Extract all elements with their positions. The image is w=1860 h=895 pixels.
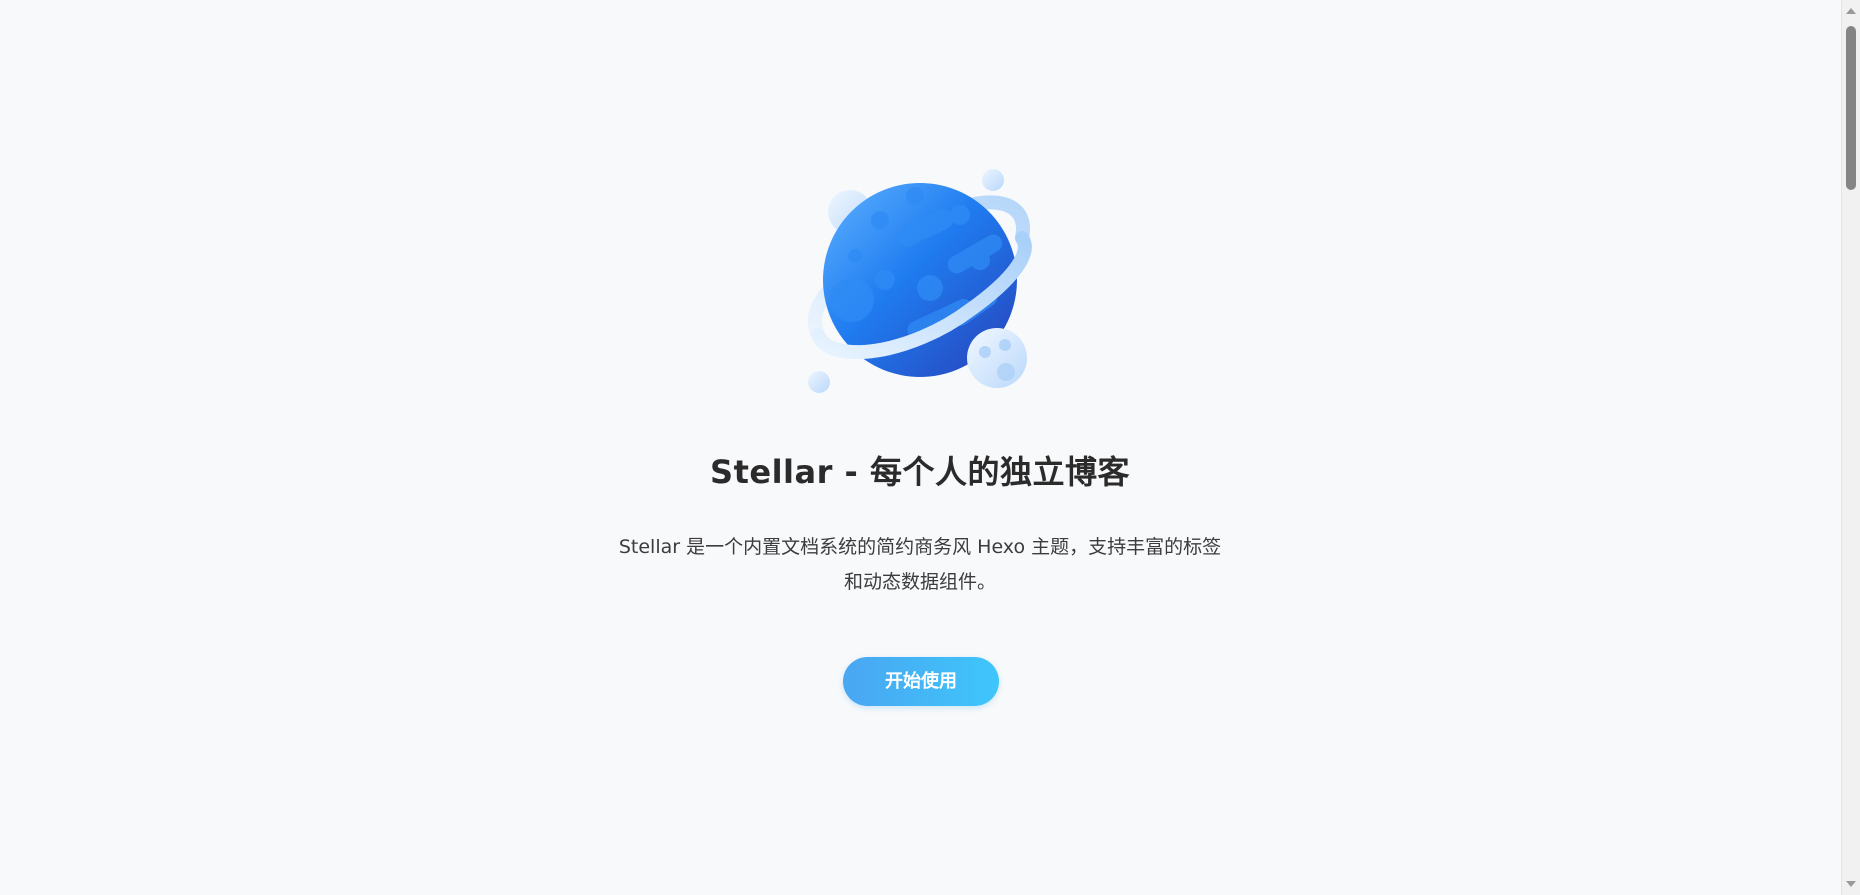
page-viewport: Stellar - 每个人的独立博客 Stellar 是一个内置文档系统的简约商… [0,0,1860,895]
get-started-button[interactable]: 开始使用 [843,657,999,706]
scroll-up-arrow-icon[interactable] [1846,8,1856,14]
planet-icon [800,160,1040,400]
scrollbar-thumb[interactable] [1846,26,1856,190]
main-content: Stellar - 每个人的独立博客 Stellar 是一个内置文档系统的简约商… [0,0,1840,895]
hero-description: Stellar 是一个内置文档系统的简约商务风 Hexo 主题，支持丰富的标签和… [618,536,1222,593]
page-title: Stellar - 每个人的独立博客 [710,453,1130,491]
scroll-down-arrow-icon[interactable] [1846,881,1856,887]
vertical-scrollbar[interactable] [1841,0,1860,895]
